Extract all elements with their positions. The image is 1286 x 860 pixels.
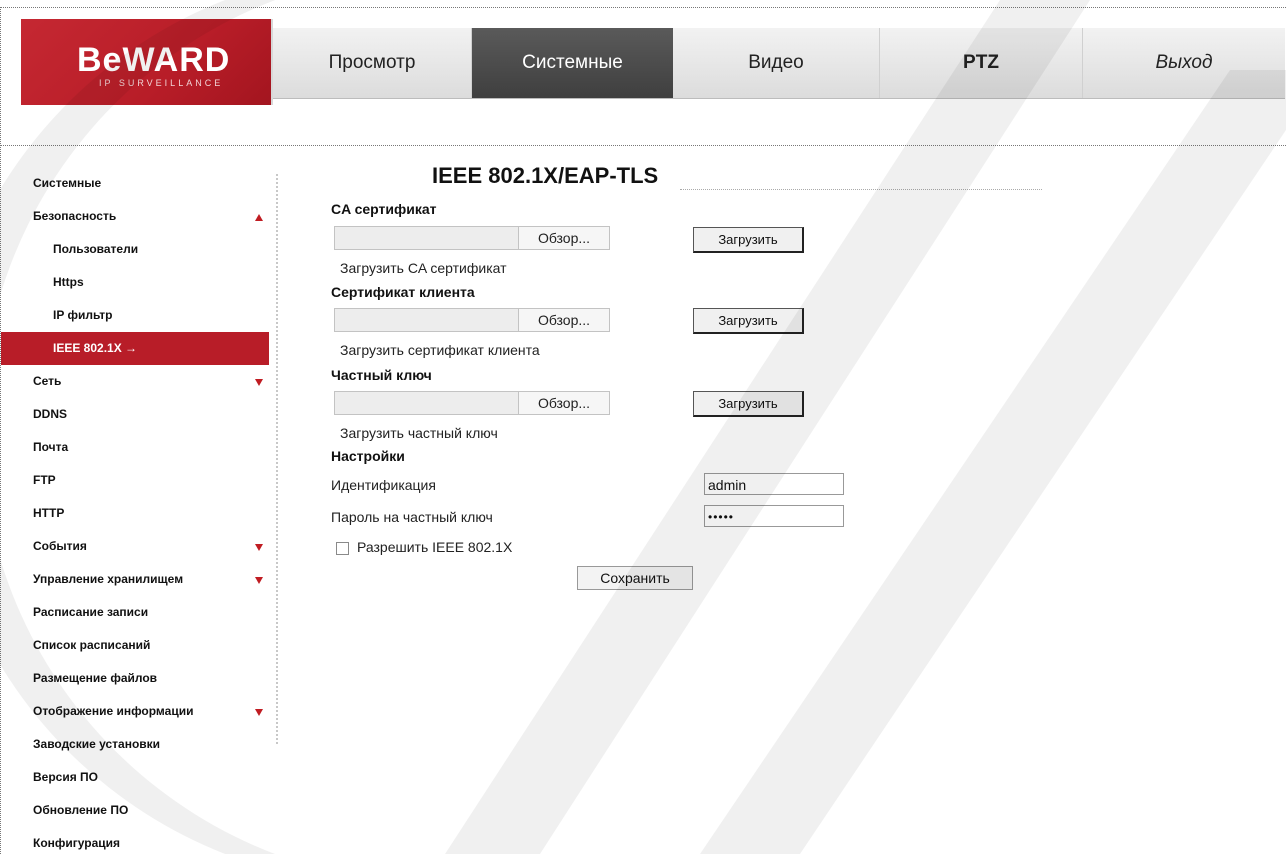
top-navigation: Просмотр Системные Видео PTZ Выход	[273, 28, 1285, 99]
section-client-certificate: Сертификат клиента	[331, 284, 475, 300]
sidebar-item-firmware-version[interactable]: Версия ПО	[1, 761, 269, 794]
sidebar-item-http[interactable]: HTTP	[1, 497, 269, 530]
caret-down-icon	[255, 709, 263, 716]
nav-ptz[interactable]: PTZ	[880, 28, 1083, 98]
logo-text: BeWARD	[77, 41, 231, 79]
nav-video[interactable]: Видео	[673, 28, 880, 98]
sidebar-item-ip-filter[interactable]: IP фильтр	[1, 299, 269, 332]
client-upload-hint: Загрузить сертификат клиента	[340, 342, 540, 358]
sidebar-item-firmware-update[interactable]: Обновление ПО	[1, 794, 269, 827]
client-file-input[interactable]: Обзор...	[334, 308, 610, 332]
beward-logo: BeWARD IP SURVEILLANCE	[21, 19, 273, 105]
title-rule	[680, 189, 1042, 190]
nav-logout[interactable]: Выход	[1083, 28, 1285, 98]
ca-upload-hint: Загрузить CA сертификат	[340, 260, 507, 276]
key-browse-button[interactable]: Обзор...	[518, 392, 609, 414]
section-ca-certificate: CA сертификат	[331, 201, 437, 217]
page-title: IEEE 802.1X/EAP-TLS	[432, 163, 659, 188]
sidebar-item-ddns[interactable]: DDNS	[1, 398, 269, 431]
identity-input[interactable]: admin	[704, 473, 844, 495]
sidebar-item-schedule-list[interactable]: Список расписаний	[1, 629, 269, 662]
key-file-input[interactable]: Обзор...	[334, 391, 610, 415]
sidebar-item-factory-reset[interactable]: Заводские установки	[1, 728, 269, 761]
sidebar-item-events[interactable]: События	[1, 530, 269, 563]
identity-label: Идентификация	[331, 477, 436, 493]
sidebar-menu: Системные Безопасность Пользователи Http…	[1, 167, 269, 860]
sidebar-item-label: Безопасность	[33, 209, 117, 223]
password-input[interactable]: •••••	[704, 505, 844, 527]
client-upload-button[interactable]: Загрузить	[693, 308, 804, 334]
sidebar-item-ftp[interactable]: FTP	[1, 464, 269, 497]
sidebar-item-https[interactable]: Https	[1, 266, 269, 299]
sidebar-item-label: Отображение информации	[33, 704, 194, 718]
client-browse-button[interactable]: Обзор...	[518, 309, 609, 331]
ca-browse-button[interactable]: Обзор...	[518, 227, 609, 249]
sidebar-item-system[interactable]: Системные	[1, 167, 269, 200]
sidebar-item-security[interactable]: Безопасность	[1, 200, 269, 233]
sidebar-item-label: Сеть	[33, 374, 62, 388]
enable-8021x-checkbox[interactable]	[336, 542, 349, 555]
sidebar-item-label: Управление хранилищем	[33, 572, 184, 586]
sidebar-item-label: События	[33, 539, 87, 553]
sidebar-item-storage[interactable]: Управление хранилищем	[1, 563, 269, 596]
password-label: Пароль на частный ключ	[331, 509, 493, 525]
key-upload-button[interactable]: Загрузить	[693, 391, 804, 417]
header-divider	[0, 145, 1286, 146]
sidebar-item-record-schedule[interactable]: Расписание записи	[1, 596, 269, 629]
caret-up-icon	[255, 214, 263, 221]
ca-upload-button[interactable]: Загрузить	[693, 227, 804, 253]
sidebar-item-ieee8021x[interactable]: IEEE 802.1X →	[1, 332, 269, 365]
sidebar-item-info-display[interactable]: Отображение информации	[1, 695, 269, 728]
key-upload-hint: Загрузить частный ключ	[340, 425, 498, 441]
nav-system[interactable]: Системные	[472, 28, 673, 98]
logo-tagline: IP SURVEILLANCE	[99, 78, 224, 88]
ca-file-input[interactable]: Обзор...	[334, 226, 610, 250]
sidebar-item-configuration[interactable]: Конфигурация	[1, 827, 269, 860]
caret-down-icon	[255, 544, 263, 551]
save-button[interactable]: Сохранить	[577, 566, 693, 590]
sidebar-item-network[interactable]: Сеть	[1, 365, 269, 398]
caret-down-icon	[255, 379, 263, 386]
section-settings: Настройки	[331, 448, 405, 464]
frame-top-border	[0, 7, 1286, 8]
section-private-key: Частный ключ	[331, 367, 432, 383]
sidebar-divider	[276, 174, 278, 744]
sidebar-item-file-location[interactable]: Размещение файлов	[1, 662, 269, 695]
caret-down-icon	[255, 577, 263, 584]
sidebar-item-users[interactable]: Пользователи	[1, 233, 269, 266]
sidebar-item-mail[interactable]: Почта	[1, 431, 269, 464]
nav-view[interactable]: Просмотр	[273, 28, 472, 98]
enable-8021x-label: Разрешить IEEE 802.1X	[357, 539, 513, 555]
